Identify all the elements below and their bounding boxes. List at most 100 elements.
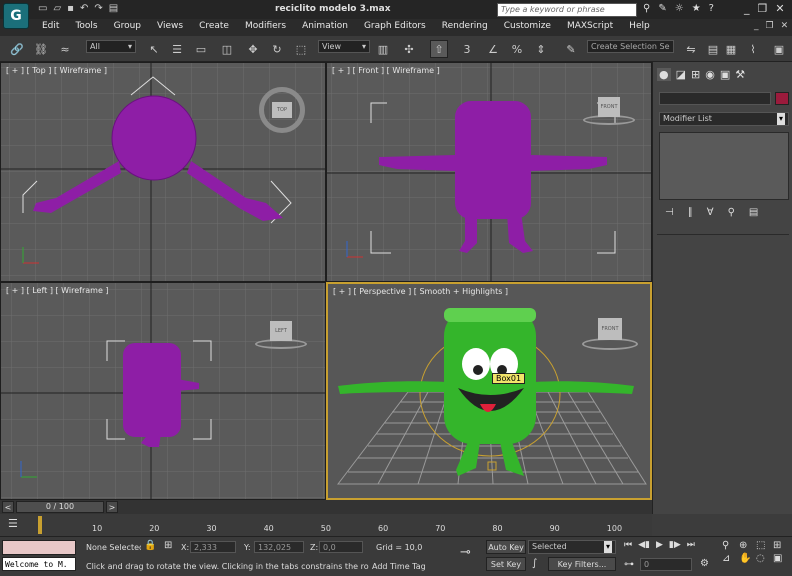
orbit-icon[interactable]: ◌ <box>756 553 772 564</box>
close-icon[interactable]: ✕ <box>775 2 784 15</box>
menu-item-modifiers[interactable]: Modifiers <box>237 20 294 32</box>
y-coordinate-field[interactable]: 132,025 <box>254 541 304 553</box>
object-color-swatch[interactable] <box>775 92 789 105</box>
current-frame-field[interactable]: 0 <box>640 558 692 571</box>
doc-close-icon[interactable]: ✕ <box>781 21 789 31</box>
viewport-perspective[interactable]: [ + ] [ Perspective ] [ Smooth + Highlig… <box>326 282 652 500</box>
move-icon[interactable]: ✥ <box>244 40 262 58</box>
show-end-result-icon[interactable]: ∥ <box>688 207 693 218</box>
create-tab-icon[interactable]: ● <box>657 68 671 81</box>
field-of-view-icon[interactable]: ⊿ <box>722 553 738 564</box>
select-object-icon[interactable]: ↖ <box>145 40 163 58</box>
remove-modifier-icon[interactable]: ⚲ <box>728 207 735 218</box>
menu-item-maxscript[interactable]: MAXScript <box>559 20 621 32</box>
maxscript-mini-listener[interactable] <box>2 540 76 555</box>
viewport-front[interactable]: [ + ] [ Front ] [ Wireframe ] FRONT <box>326 62 652 282</box>
time-slider[interactable]: < 0 / 100 > <box>0 500 652 514</box>
pivot-center-icon[interactable]: ▥ <box>374 40 392 58</box>
render-setup-icon[interactable]: ▣ <box>770 40 788 58</box>
project-icon[interactable]: ▤ <box>109 3 118 14</box>
set-key-icon[interactable]: ⊸ <box>460 545 471 560</box>
display-tab-icon[interactable]: ▣ <box>720 68 730 81</box>
maximize-viewport-icon[interactable]: ▣ <box>773 553 789 564</box>
time-prev-button[interactable]: < <box>2 501 14 513</box>
communication-icon[interactable]: ☼ <box>675 3 684 14</box>
viewcube-perspective[interactable]: FRONT <box>582 314 638 350</box>
select-by-name-icon[interactable]: ☰ <box>168 40 186 58</box>
selection-lock-icon[interactable]: 🔒 <box>144 540 156 551</box>
select-manipulate-icon[interactable]: ✣ <box>400 40 418 58</box>
time-slider-thumb[interactable]: 0 / 100 <box>16 501 104 513</box>
search-icon[interactable]: ⚲ <box>643 3 650 14</box>
named-selection-dropdown[interactable]: Create Selection Se <box>587 40 674 53</box>
doc-minimize-icon[interactable]: _ <box>754 21 759 31</box>
menu-item-views[interactable]: Views <box>149 20 191 32</box>
help-icon[interactable]: ? <box>709 3 714 14</box>
restore-icon[interactable]: ❐ <box>758 2 768 15</box>
configure-sets-icon[interactable]: ▤ <box>749 207 758 218</box>
menu-item-rendering[interactable]: Rendering <box>434 20 496 32</box>
selection-filter-dropdown[interactable]: All ▾ <box>86 40 136 53</box>
scale-icon[interactable]: ⬚ <box>292 40 310 58</box>
absolute-mode-icon[interactable]: ⊞ <box>164 540 172 551</box>
new-file-icon[interactable]: ▭ <box>38 3 47 14</box>
select-link-icon[interactable]: 🔗 <box>8 40 26 58</box>
key-mode-toggle-icon[interactable]: ⊶ <box>624 559 634 570</box>
previous-frame-icon[interactable]: ◀▮ <box>638 540 650 550</box>
snap-toggle-icon[interactable]: 3 <box>458 40 476 58</box>
go-to-end-icon[interactable]: ⏭ <box>687 540 695 550</box>
key-mode-icon[interactable]: ∫ <box>532 558 537 569</box>
undo-icon[interactable]: ↶ <box>80 3 88 14</box>
play-icon[interactable]: ▶ <box>656 540 663 550</box>
track-bar-icon[interactable]: ☰ <box>8 517 18 530</box>
z-coordinate-field[interactable]: 0,0 <box>319 541 363 553</box>
reference-coordinate-dropdown[interactable]: View ▾ <box>318 40 370 53</box>
unlink-icon[interactable]: ⛓ <box>32 40 50 58</box>
motion-tab-icon[interactable]: ◉ <box>705 68 715 81</box>
modifier-list-dropdown[interactable]: Modifier List ▾ <box>659 112 789 126</box>
window-crossing-icon[interactable]: ◫ <box>218 40 236 58</box>
mirror-icon[interactable]: ⇋ <box>682 40 700 58</box>
spinner-snap-icon[interactable]: ⇕ <box>532 40 550 58</box>
track-bar[interactable]: ☰ 10 20 30 40 50 60 70 80 90 100 <box>0 514 652 536</box>
rotate-icon[interactable]: ↻ <box>268 40 286 58</box>
key-mode-dropdown[interactable]: Selected ▾ <box>528 540 616 554</box>
viewport-left[interactable]: [ + ] [ Left ] [ Wireframe ] LEFT <box>0 282 326 500</box>
set-key-button[interactable]: Set Key <box>486 557 526 571</box>
rectangular-selection-icon[interactable]: ▭ <box>192 40 210 58</box>
viewcube-left[interactable]: LEFT <box>255 317 307 351</box>
menu-item-group[interactable]: Group <box>106 20 149 32</box>
menu-item-tools[interactable]: Tools <box>67 20 105 32</box>
edit-named-selection-icon[interactable]: ✎ <box>562 40 580 58</box>
zoom-extents-icon[interactable]: ⬚ <box>756 540 772 551</box>
menu-item-help[interactable]: Help <box>621 20 658 32</box>
align-icon[interactable]: ▤ <box>704 40 722 58</box>
key-filters-button[interactable]: Key Filters... <box>548 557 616 571</box>
utilities-tab-icon[interactable]: ⚒ <box>735 68 745 81</box>
go-to-start-icon[interactable]: ⏮ <box>624 540 632 550</box>
make-unique-icon[interactable]: ∀ <box>707 207 714 218</box>
menu-item-customize[interactable]: Customize <box>496 20 559 32</box>
favorites-icon[interactable]: ★ <box>692 3 701 14</box>
angle-snap-icon[interactable]: ∠ <box>484 40 502 58</box>
menu-item-edit[interactable]: Edit <box>34 20 67 32</box>
menu-item-animation[interactable]: Animation <box>294 20 356 32</box>
hierarchy-tab-icon[interactable]: ⊞ <box>691 68 700 81</box>
viewport-top-label[interactable]: [ + ] [ Top ] [ Wireframe ] <box>6 66 107 75</box>
modify-tab-icon[interactable]: ◪ <box>676 68 686 81</box>
menu-item-create[interactable]: Create <box>191 20 237 32</box>
subscription-icon[interactable]: ✎ <box>658 3 666 14</box>
viewcube-top[interactable]: TOP <box>259 87 305 133</box>
doc-restore-icon[interactable]: ❐ <box>766 21 774 31</box>
redo-icon[interactable]: ↷ <box>94 3 102 14</box>
viewport-top[interactable]: [ + ] [ Top ] [ Wireframe ] TOP <box>0 62 326 282</box>
time-configuration-icon[interactable]: ⚙ <box>700 558 709 569</box>
search-input[interactable]: Type a keyword or phrase <box>497 3 637 17</box>
save-icon[interactable]: ▪ <box>67 3 74 14</box>
viewport-left-label[interactable]: [ + ] [ Left ] [ Wireframe ] <box>6 286 109 295</box>
curve-editor-icon[interactable]: ⌇ <box>744 40 762 58</box>
bind-space-warp-icon[interactable]: ≈ <box>56 40 74 58</box>
menu-item-graph-editors[interactable]: Graph Editors <box>356 20 434 32</box>
viewport-perspective-label[interactable]: [ + ] [ Perspective ] [ Smooth + Highlig… <box>333 287 508 296</box>
pan-icon[interactable]: ✋ <box>739 553 755 564</box>
